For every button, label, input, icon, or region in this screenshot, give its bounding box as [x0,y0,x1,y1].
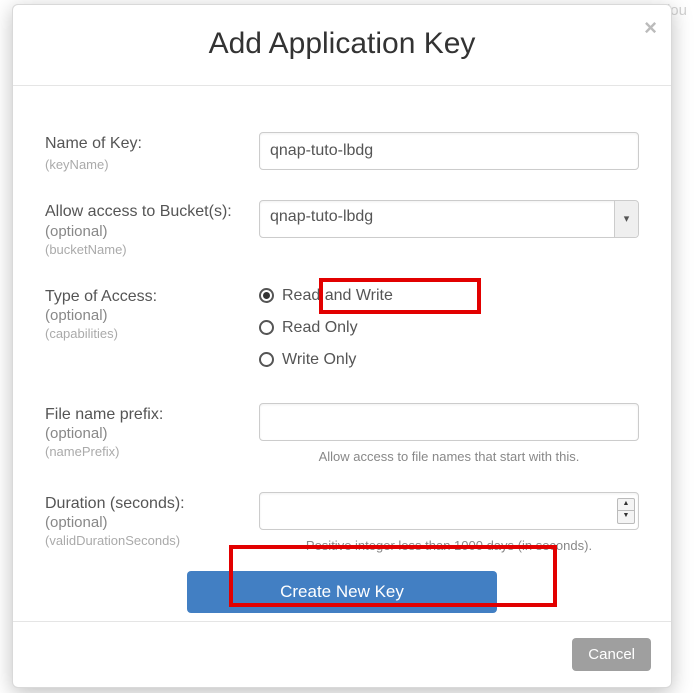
row-duration: Duration (seconds): (optional) (validDur… [45,492,639,553]
modal-footer: Cancel [13,621,671,687]
chevron-down-icon: ▾ [614,201,638,237]
duration-input[interactable] [259,492,639,530]
radio-read-only[interactable]: Read Only [259,319,639,337]
modal-header: × Add Application Key [13,5,671,86]
row-bucket: Allow access to Bucket(s): (optional) (b… [45,200,639,257]
radio-icon [259,352,274,367]
label-bucket: Allow access to Bucket(s): [45,202,241,223]
label-prefix: File name prefix: [45,405,241,426]
label-duration: Duration (seconds): [45,494,241,515]
radio-icon [259,320,274,335]
create-key-button[interactable]: Create New Key [187,571,497,613]
label-access-optional: (optional) [45,307,241,324]
close-icon[interactable]: × [644,17,657,39]
add-application-key-modal: × Add Application Key Name of Key: (keyN… [12,4,672,688]
techname-bucket: (bucketName) [45,242,241,257]
radio-read-write[interactable]: Read and Write [259,287,639,305]
prefix-help: Allow access to file names that start wi… [259,449,639,464]
modal-title: Add Application Key [33,27,651,61]
key-name-input[interactable] [259,132,639,170]
radio-write-only[interactable]: Write Only [259,351,639,369]
number-stepper[interactable]: ▲ ▼ [617,498,635,524]
prefix-input[interactable] [259,403,639,441]
duration-help: Positive integer less than 1000 days (in… [259,538,639,553]
row-access-type: Type of Access: (optional) (capabilities… [45,285,639,383]
techname-prefix: (namePrefix) [45,444,241,459]
chevron-up-icon: ▲ [618,499,634,512]
label-duration-optional: (optional) [45,514,241,531]
radio-label: Read Only [282,319,358,337]
bucket-select-value: qnap-tuto-lbdg [259,200,639,238]
chevron-down-icon: ▼ [618,511,634,523]
techname-keyname: (keyName) [45,157,241,172]
radio-label: Read and Write [282,287,393,305]
modal-body: Name of Key: (keyName) Allow access to B… [13,86,671,621]
label-access: Type of Access: [45,287,241,308]
radio-icon [259,288,274,303]
row-prefix: File name prefix: (optional) (namePrefix… [45,403,639,464]
label-key-name: Name of Key: [45,134,241,155]
techname-duration: (validDurationSeconds) [45,533,241,548]
label-prefix-optional: (optional) [45,425,241,442]
row-key-name: Name of Key: (keyName) [45,132,639,172]
radio-label: Write Only [282,351,356,369]
techname-access: (capabilities) [45,326,241,341]
bucket-select[interactable]: qnap-tuto-lbdg ▾ [259,200,639,238]
cancel-button[interactable]: Cancel [572,638,651,671]
label-bucket-optional: (optional) [45,223,241,240]
